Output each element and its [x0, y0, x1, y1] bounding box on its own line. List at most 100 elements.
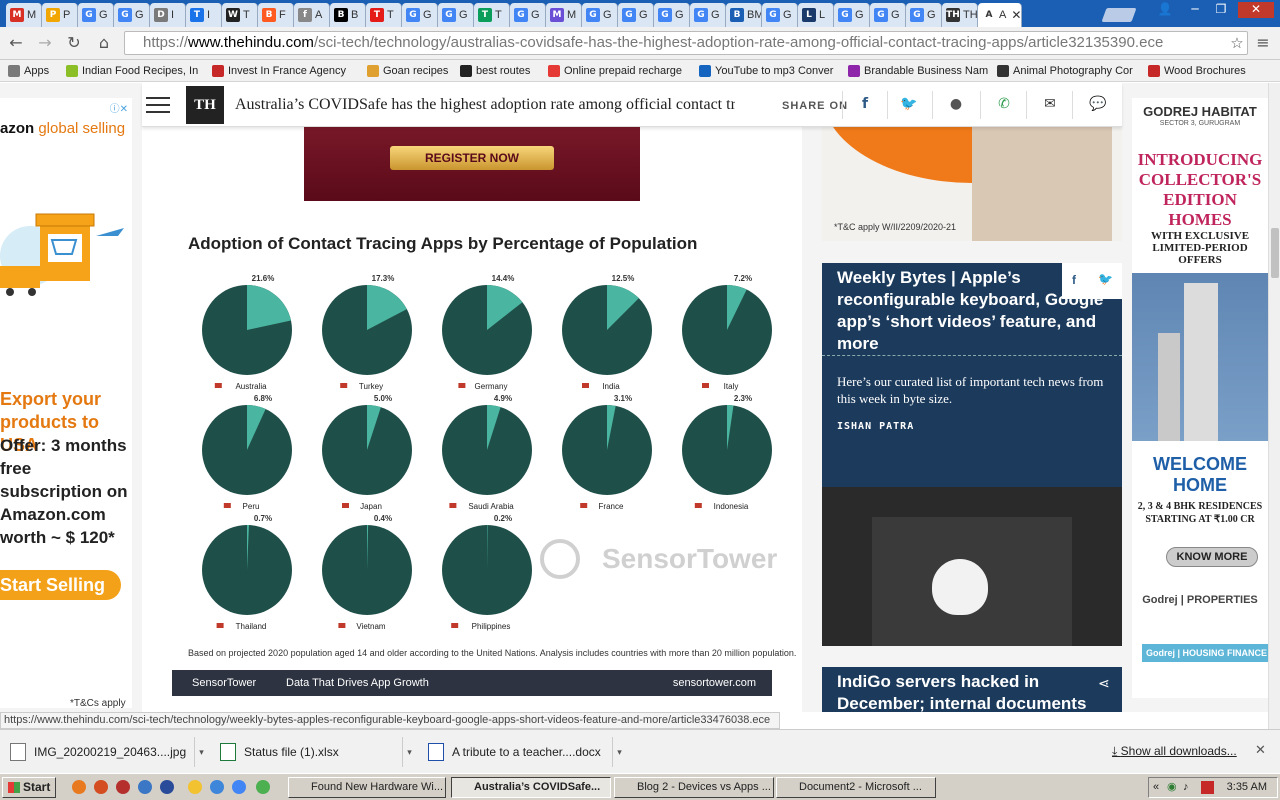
download-item[interactable]: IMG_20200219_20463....jpg ▾	[0, 737, 208, 767]
tab[interactable]: GG	[114, 3, 150, 27]
home-icon[interactable]: ⌂	[93, 32, 115, 54]
tab[interactable]: GG	[690, 3, 726, 27]
bookmark-item[interactable]: Invest In France Agency	[212, 63, 346, 79]
close-tab-icon[interactable]: ✕	[1011, 8, 1021, 22]
antivirus-icon[interactable]	[1201, 781, 1214, 794]
facebook-icon[interactable]: f	[1072, 273, 1076, 287]
tab[interactable]: GG	[78, 3, 114, 27]
menu-icon[interactable]: ≡	[1252, 32, 1274, 54]
bookmark-item[interactable]: Indian Food Recipes, In	[66, 63, 198, 79]
ie-icon[interactable]	[210, 780, 224, 794]
close-window-button[interactable]: ✕	[1238, 2, 1274, 18]
facebook-icon[interactable]: f	[855, 94, 875, 114]
apple-store-image[interactable]	[822, 487, 1122, 646]
bookmark-item[interactable]: Wood Brochures	[1148, 63, 1246, 79]
volume-icon[interactable]: ♪	[1183, 778, 1189, 797]
comment-icon[interactable]: 💬	[1088, 94, 1108, 114]
opera-icon[interactable]	[116, 780, 130, 794]
bookmark-item[interactable]: Goan recipes	[367, 63, 448, 79]
new-tab-button[interactable]	[1101, 8, 1137, 22]
page-scrollbar[interactable]	[1268, 83, 1280, 729]
twitter-icon[interactable]: 🐦	[1098, 272, 1113, 286]
register-now-button[interactable]: REGISTER NOW	[390, 146, 554, 170]
tab[interactable]: GG	[582, 3, 618, 27]
tab[interactable]: MM	[6, 3, 42, 27]
bookmark-star-icon[interactable]: ☆	[1226, 32, 1248, 54]
tab[interactable]: GG	[510, 3, 546, 27]
bookmark-item[interactable]: Apps	[8, 63, 49, 79]
twitter-icon[interactable]: 🐦	[899, 94, 919, 114]
tab[interactable]: PP	[42, 3, 78, 27]
address-bar[interactable]: https://www.thehindu.com/sci-tech/techno…	[124, 31, 1248, 55]
chevron-down-icon[interactable]: ▾	[612, 737, 626, 767]
tab[interactable]: GG	[654, 3, 690, 27]
the-hindu-logo[interactable]: TH	[186, 86, 224, 124]
browser-icon[interactable]	[94, 780, 108, 794]
back-icon[interactable]: ←	[5, 32, 27, 54]
tab[interactable]: BBMJ	[726, 3, 762, 27]
tab[interactable]: GG	[834, 3, 870, 27]
amazon-ad[interactable]: ⓘ✕ azon global selling Export your produ…	[0, 98, 132, 709]
messenger-icon[interactable]	[188, 780, 202, 794]
tab[interactable]: TI	[186, 3, 222, 27]
forward-icon[interactable]: →	[34, 32, 56, 54]
ad-choices-icon[interactable]: ⓘ✕	[110, 100, 128, 115]
godrej-ad[interactable]: GODREJ HABITAT SECTOR 3, GURUGRAM INTROD…	[1132, 98, 1268, 698]
share-icon[interactable]: ⋖	[1098, 675, 1110, 692]
weekly-bytes-card[interactable]: Weekly Bytes | Apple’s reconfigurable ke…	[822, 263, 1122, 646]
utorrent-icon[interactable]	[256, 780, 270, 794]
app-icon[interactable]	[138, 780, 152, 794]
user-icon[interactable]: 👤	[1154, 2, 1176, 18]
tab[interactable]: WT	[222, 3, 258, 27]
tab[interactable]: LL	[798, 3, 834, 27]
tab[interactable]: GG	[906, 3, 942, 27]
tab[interactable]: GG	[438, 3, 474, 27]
bookmark-item[interactable]: YouTube to mp3 Conver	[699, 63, 833, 79]
taskbar-item[interactable]: Blog 2 - Devices vs Apps ...	[614, 777, 774, 798]
email-icon[interactable]: ✉	[1040, 94, 1060, 114]
show-all-downloads-link[interactable]: ⤓ Show all downloads...	[1112, 744, 1237, 759]
tab[interactable]: BF	[258, 3, 294, 27]
reload-icon[interactable]: ↻	[63, 32, 85, 54]
tab[interactable]: GG	[762, 3, 798, 27]
taskbar-item-active[interactable]: Australia’s COVIDSafe...	[451, 777, 611, 798]
bookmark-item[interactable]: best routes	[460, 63, 530, 79]
bookmark-item[interactable]: Online prepaid recharge	[548, 63, 682, 79]
reddit-icon[interactable]: ●	[946, 94, 966, 114]
taskbar-item[interactable]: Found New Hardware Wi...	[288, 777, 446, 798]
firefox-icon[interactable]	[72, 780, 86, 794]
tab[interactable]: GG	[402, 3, 438, 27]
tab[interactable]: GG	[870, 3, 906, 27]
taskbar-item[interactable]: Document2 - Microsoft ...	[776, 777, 936, 798]
media-icon[interactable]	[160, 780, 174, 794]
start-button[interactable]: Start	[2, 777, 56, 798]
tab[interactable]: TT	[366, 3, 402, 27]
tab[interactable]: GG	[618, 3, 654, 27]
scrollbar-thumb[interactable]	[1271, 228, 1279, 278]
network-icon[interactable]: ◉	[1167, 778, 1177, 797]
tab-active[interactable]: A A ✕	[978, 3, 1022, 27]
hamburger-menu-icon[interactable]	[146, 97, 170, 113]
bookmark-item[interactable]: Animal Photography Cor	[997, 63, 1133, 79]
tab[interactable]: TT	[474, 3, 510, 27]
download-item[interactable]: A tribute to a teacher....docx ▾	[418, 737, 626, 767]
chrome-icon[interactable]	[232, 780, 246, 794]
tab[interactable]: fA	[294, 3, 330, 27]
card-title[interactable]: IndiGo servers hacked in December; inter…	[837, 671, 1097, 712]
start-selling-button[interactable]: Start Selling	[0, 570, 121, 600]
tab[interactable]: TH TH	[942, 3, 978, 27]
maximize-button[interactable]: ❐	[1210, 2, 1232, 18]
tab[interactable]: MM	[546, 3, 582, 27]
minimize-button[interactable]: ─	[1184, 2, 1206, 18]
know-more-button[interactable]: KNOW MORE	[1166, 547, 1258, 567]
download-item[interactable]: Status file (1).xlsx ▾	[210, 737, 416, 767]
tab[interactable]: DI	[150, 3, 186, 27]
tray-expand-icon[interactable]: «	[1153, 778, 1159, 797]
indigo-card[interactable]: IndiGo servers hacked in December; inter…	[822, 667, 1122, 712]
card-author[interactable]: ISHAN PATRA	[837, 421, 914, 432]
tab[interactable]: BB	[330, 3, 366, 27]
chevron-down-icon[interactable]: ▾	[402, 737, 416, 767]
whatsapp-icon[interactable]: ✆	[994, 94, 1014, 114]
chevron-down-icon[interactable]: ▾	[194, 737, 208, 767]
close-downloads-icon[interactable]: ✕	[1255, 742, 1266, 758]
